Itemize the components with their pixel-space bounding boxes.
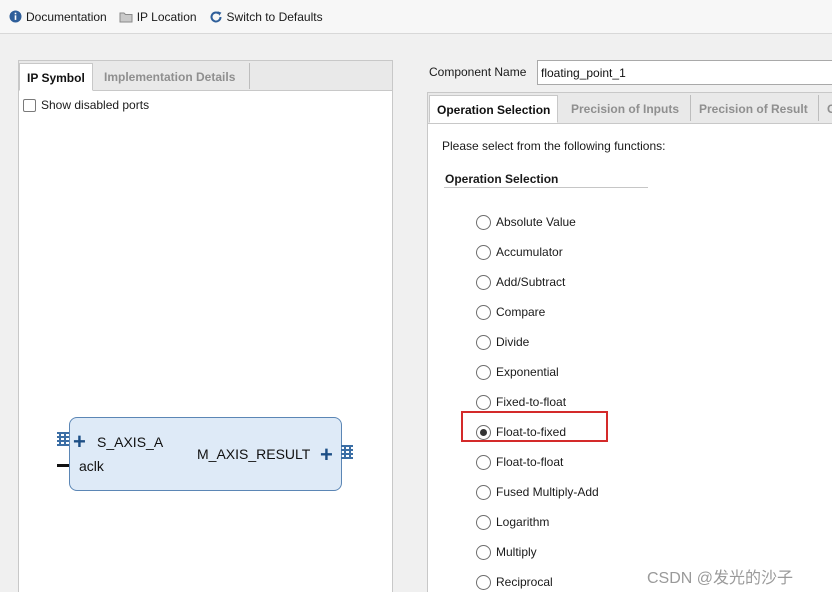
documentation-label: Documentation xyxy=(26,9,107,24)
option-accumulator[interactable]: Accumulator xyxy=(476,243,563,261)
tab-precision-of-result[interactable]: Precision of Result xyxy=(692,95,815,123)
ip-symbol-panel: IP Symbol Implementation Details Show di… xyxy=(18,60,393,592)
option-label: Compare xyxy=(496,305,546,319)
option-exponential[interactable]: Exponential xyxy=(476,363,559,381)
configuration-panel: Operation Selection Precision of Inputs … xyxy=(427,92,832,592)
option-label: Accumulator xyxy=(496,245,563,259)
info-icon xyxy=(8,10,22,24)
radio-button[interactable] xyxy=(476,274,491,290)
option-label: Fused Multiply-Add xyxy=(496,485,599,499)
expand-s-axis-a-icon[interactable]: + xyxy=(73,431,86,453)
ip-location-label: IP Location xyxy=(136,9,197,24)
port-m-axis-result: M_AXIS_RESULT xyxy=(197,446,311,462)
toolbar: Documentation IP Location Switch to Defa… xyxy=(0,0,832,34)
radio-button[interactable] xyxy=(476,334,491,350)
option-absolute-value[interactable]: Absolute Value xyxy=(476,213,576,231)
radio-button[interactable] xyxy=(476,574,491,590)
option-label: Fixed-to-float xyxy=(496,395,567,409)
component-name-input[interactable] xyxy=(537,60,832,85)
function-prompt: Please select from the following functio… xyxy=(442,139,666,153)
option-label: Add/Subtract xyxy=(496,275,566,289)
option-label: Reciprocal xyxy=(496,575,553,589)
option-compare[interactable]: Compare xyxy=(476,303,545,321)
option-fused-multiply-add[interactable]: Fused Multiply-Add xyxy=(476,483,599,501)
option-divide[interactable]: Divide xyxy=(476,333,529,351)
aclk-pin xyxy=(57,464,69,467)
option-label: Exponential xyxy=(496,365,559,379)
show-disabled-ports-checkbox[interactable] xyxy=(23,98,36,112)
refresh-icon xyxy=(209,10,223,24)
option-add-subtract[interactable]: Add/Subtract xyxy=(476,273,565,291)
tab-implementation-details[interactable]: Implementation Details xyxy=(97,63,242,91)
tab-separator xyxy=(818,95,819,121)
bus-interface-icon-out xyxy=(341,445,353,461)
port-s-axis-a: S_AXIS_A xyxy=(97,434,164,450)
option-label: Multiply xyxy=(496,545,537,559)
section-divider xyxy=(444,187,648,188)
ip-location-button[interactable]: IP Location xyxy=(119,10,197,24)
radio-button[interactable] xyxy=(476,304,491,320)
component-name-label: Component Name xyxy=(429,65,527,79)
option-label: Float-to-float xyxy=(496,455,564,469)
radio-button[interactable] xyxy=(476,364,491,380)
tab-separator xyxy=(249,63,250,89)
option-label: Absolute Value xyxy=(496,215,576,229)
option-label: Logarithm xyxy=(496,515,550,529)
show-disabled-ports-row[interactable]: Show disabled ports xyxy=(23,98,149,112)
option-float-to-float[interactable]: Float-to-float xyxy=(476,453,563,471)
bus-interface-icon xyxy=(57,432,69,448)
watermark: CSDN @发光的沙子 xyxy=(647,570,794,587)
documentation-button[interactable]: Documentation xyxy=(8,10,107,24)
tab-operation-selection[interactable]: Operation Selection xyxy=(429,95,559,123)
radio-button[interactable] xyxy=(476,514,491,530)
switch-to-defaults-label: Switch to Defaults xyxy=(226,9,323,24)
radio-button[interactable] xyxy=(476,544,491,560)
radio-button[interactable] xyxy=(476,214,491,230)
selection-highlight-box xyxy=(461,411,608,442)
tab-separator xyxy=(690,95,691,121)
radio-button[interactable] xyxy=(476,394,491,410)
folder-icon xyxy=(119,10,133,24)
option-label: Divide xyxy=(496,335,530,349)
tab-more[interactable]: C xyxy=(820,95,832,123)
left-tabbar: IP Symbol Implementation Details xyxy=(19,61,392,91)
switch-to-defaults-button[interactable]: Switch to Defaults xyxy=(209,10,323,24)
expand-m-axis-result-icon[interactable]: + xyxy=(320,444,333,466)
option-multiply[interactable]: Multiply xyxy=(476,543,537,561)
radio-button[interactable] xyxy=(476,484,491,500)
option-fixed-to-float[interactable]: Fixed-to-float xyxy=(476,393,566,411)
tab-precision-of-inputs[interactable]: Precision of Inputs xyxy=(564,95,686,123)
option-logarithm[interactable]: Logarithm xyxy=(476,513,549,531)
show-disabled-ports-label: Show disabled ports xyxy=(41,98,150,112)
section-title: Operation Selection xyxy=(445,172,559,186)
tab-ip-symbol[interactable]: IP Symbol xyxy=(19,63,93,91)
port-aclk: aclk xyxy=(79,458,104,474)
option-reciprocal[interactable]: Reciprocal xyxy=(476,573,553,591)
radio-button[interactable] xyxy=(476,454,491,470)
radio-button[interactable] xyxy=(476,244,491,260)
right-tabbar: Operation Selection Precision of Inputs … xyxy=(428,93,832,124)
